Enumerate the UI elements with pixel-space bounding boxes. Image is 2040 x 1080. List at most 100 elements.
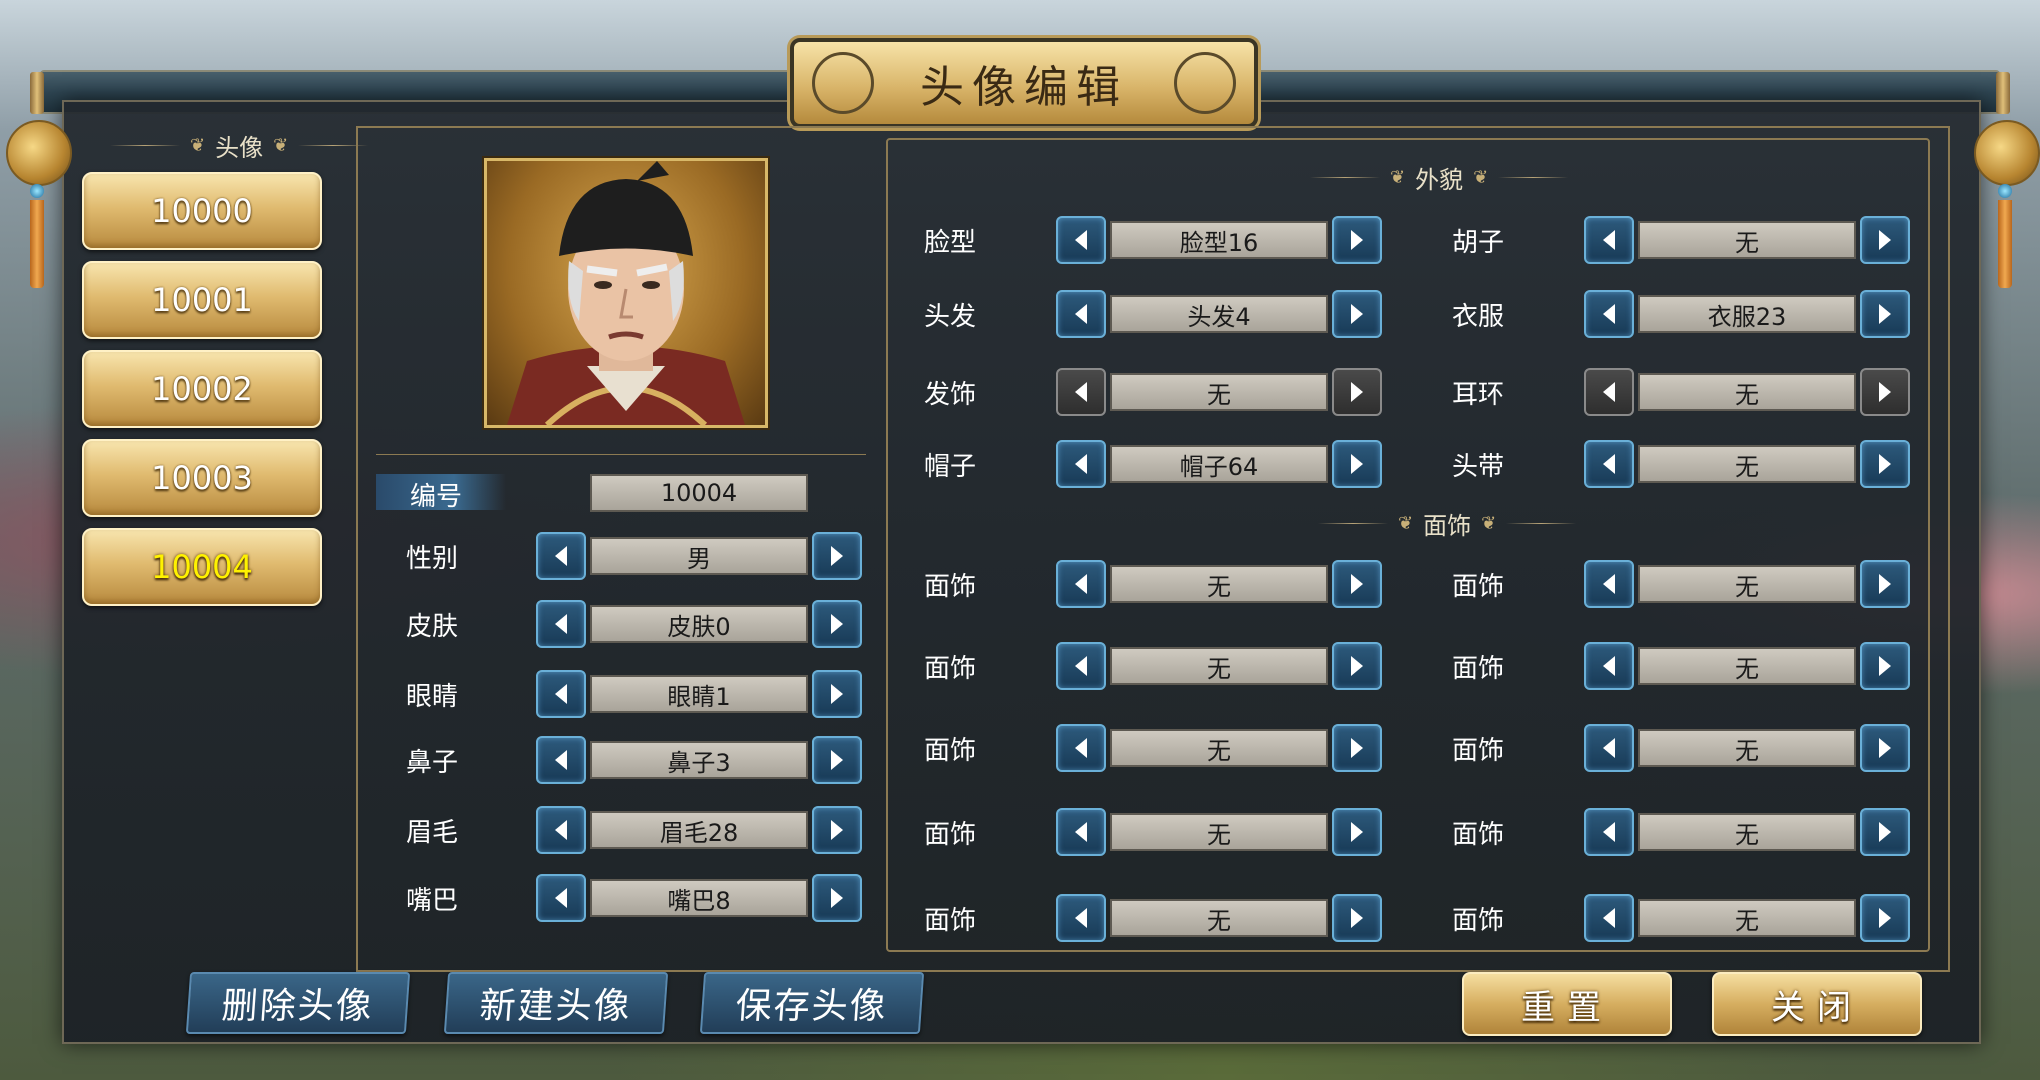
avatar-item-10000[interactable]: 10000 — [82, 172, 322, 250]
appearance-row-next-button[interactable] — [1860, 440, 1910, 488]
chevron-right-icon — [1879, 304, 1891, 324]
face-decor-row-label: 面饰 — [924, 820, 977, 850]
appearance-row-next-button[interactable] — [1860, 216, 1910, 264]
appearance-row-value: 无 — [1638, 373, 1856, 411]
chevron-left-icon — [555, 820, 567, 840]
face-decor-row-prev-button[interactable] — [1056, 808, 1106, 856]
chevron-right-icon — [1879, 656, 1891, 676]
basic-row-prev-button[interactable] — [536, 600, 586, 648]
basic-row-next-button[interactable] — [812, 874, 862, 922]
appearance-row-value: 头发4 — [1110, 295, 1328, 333]
appearance-row-next-button[interactable] — [1332, 290, 1382, 338]
portrait-illustration — [507, 161, 745, 425]
avatar-item-10002[interactable]: 10002 — [82, 350, 322, 428]
appearance-row-value: 帽子64 — [1110, 445, 1328, 483]
basic-row-next-button[interactable] — [812, 736, 862, 784]
face-decor-row-next-button[interactable] — [1332, 724, 1382, 772]
face-decor-row-next-button[interactable] — [1860, 560, 1910, 608]
basic-row-prev-button[interactable] — [536, 806, 586, 854]
appearance-row-next-button[interactable] — [1332, 440, 1382, 488]
chevron-left-icon — [555, 684, 567, 704]
basic-row-prev-button[interactable] — [536, 874, 586, 922]
face-decor-row-next-button[interactable] — [1860, 894, 1910, 942]
close-button[interactable]: 关闭 — [1712, 972, 1922, 1036]
face-decor-row-value: 无 — [1110, 565, 1328, 603]
avatar-item-10001[interactable]: 10001 — [82, 261, 322, 339]
appearance-row-prev-button[interactable] — [1056, 290, 1106, 338]
face-decor-row-next-button[interactable] — [1860, 724, 1910, 772]
face-decor-row-prev-button[interactable] — [1056, 560, 1106, 608]
chevron-left-icon — [1075, 908, 1087, 928]
face-decor-row-label: 面饰 — [1452, 654, 1505, 684]
face-decor-heading: ❦ 面饰 ❦ — [1318, 506, 1577, 541]
basic-row-value: 眉毛28 — [590, 811, 808, 849]
face-decor-row-prev-button[interactable] — [1056, 642, 1106, 690]
face-decor-row-label: 面饰 — [1452, 572, 1505, 602]
chevron-right-icon — [1351, 656, 1363, 676]
appearance-row-label: 帽子 — [924, 452, 977, 482]
basic-row-next-button[interactable] — [812, 806, 862, 854]
face-decor-row-prev-button[interactable] — [1584, 894, 1634, 942]
appearance-row-prev-button[interactable] — [1056, 440, 1106, 488]
chevron-left-icon — [1075, 454, 1087, 474]
chevron-left-icon — [1075, 822, 1087, 842]
chevron-left-icon — [1603, 230, 1615, 250]
chevron-left-icon — [1603, 574, 1615, 594]
chevron-right-icon — [831, 888, 843, 908]
appearance-row-prev-button[interactable] — [1056, 216, 1106, 264]
face-decor-row-next-button[interactable] — [1860, 808, 1910, 856]
chevron-left-icon — [1603, 656, 1615, 676]
appearance-row-next-button[interactable] — [1860, 368, 1910, 416]
delete-avatar-button[interactable]: 删除头像 — [185, 972, 411, 1034]
appearance-row-next-button[interactable] — [1332, 368, 1382, 416]
reset-button[interactable]: 重置 — [1462, 972, 1672, 1036]
heading-ornament-right: ❦ — [1481, 513, 1497, 534]
basic-row-next-button[interactable] — [812, 600, 862, 648]
appearance-row-prev-button[interactable] — [1584, 440, 1634, 488]
face-decor-row-prev-button[interactable] — [1056, 724, 1106, 772]
appearance-row-prev-button[interactable] — [1056, 368, 1106, 416]
tassel-ornament-left — [30, 200, 44, 288]
new-avatar-button[interactable]: 新建头像 — [443, 972, 669, 1034]
face-decor-row-label: 面饰 — [924, 654, 977, 684]
face-decor-row-prev-button[interactable] — [1584, 724, 1634, 772]
face-decor-row-prev-button[interactable] — [1584, 642, 1634, 690]
id-value: 10004 — [590, 474, 808, 512]
face-decor-row-prev-button[interactable] — [1584, 808, 1634, 856]
face-decor-row-value: 无 — [1110, 647, 1328, 685]
appearance-row-label: 耳环 — [1452, 380, 1505, 410]
appearance-row-prev-button[interactable] — [1584, 216, 1634, 264]
face-decor-row-prev-button[interactable] — [1584, 560, 1634, 608]
appearance-row-label: 衣服 — [1452, 302, 1505, 332]
appearance-row-prev-button[interactable] — [1584, 290, 1634, 338]
face-decor-row-prev-button[interactable] — [1056, 894, 1106, 942]
appearance-row-label: 脸型 — [924, 228, 977, 258]
heading-rule-left — [1318, 523, 1388, 524]
face-decor-row-next-button[interactable] — [1332, 560, 1382, 608]
face-decor-row-next-button[interactable] — [1332, 642, 1382, 690]
basic-row-next-button[interactable] — [812, 670, 862, 718]
chevron-right-icon — [831, 750, 843, 770]
basic-row-prev-button[interactable] — [536, 670, 586, 718]
chevron-right-icon — [1879, 908, 1891, 928]
appearance-row-next-button[interactable] — [1332, 216, 1382, 264]
face-decor-row-next-button[interactable] — [1332, 808, 1382, 856]
chevron-right-icon — [1879, 822, 1891, 842]
heading-ornament-right: ❦ — [273, 135, 289, 156]
basic-row-next-button[interactable] — [812, 532, 862, 580]
appearance-row-next-button[interactable] — [1860, 290, 1910, 338]
appearance-row-prev-button[interactable] — [1584, 368, 1634, 416]
chevron-left-icon — [1603, 382, 1615, 402]
basic-row-prev-button[interactable] — [536, 532, 586, 580]
scroll-end-right — [1996, 72, 2010, 114]
face-decor-row-next-button[interactable] — [1332, 894, 1382, 942]
face-decor-row-label: 面饰 — [924, 572, 977, 602]
save-avatar-button[interactable]: 保存头像 — [699, 972, 925, 1034]
avatar-item-10004[interactable]: 10004 — [82, 528, 322, 606]
heading-ornament-left: ❦ — [190, 135, 206, 156]
face-decor-row-next-button[interactable] — [1860, 642, 1910, 690]
chevron-right-icon — [831, 546, 843, 566]
avatar-item-10003[interactable]: 10003 — [82, 439, 322, 517]
basic-row-prev-button[interactable] — [536, 736, 586, 784]
chevron-left-icon — [1603, 822, 1615, 842]
